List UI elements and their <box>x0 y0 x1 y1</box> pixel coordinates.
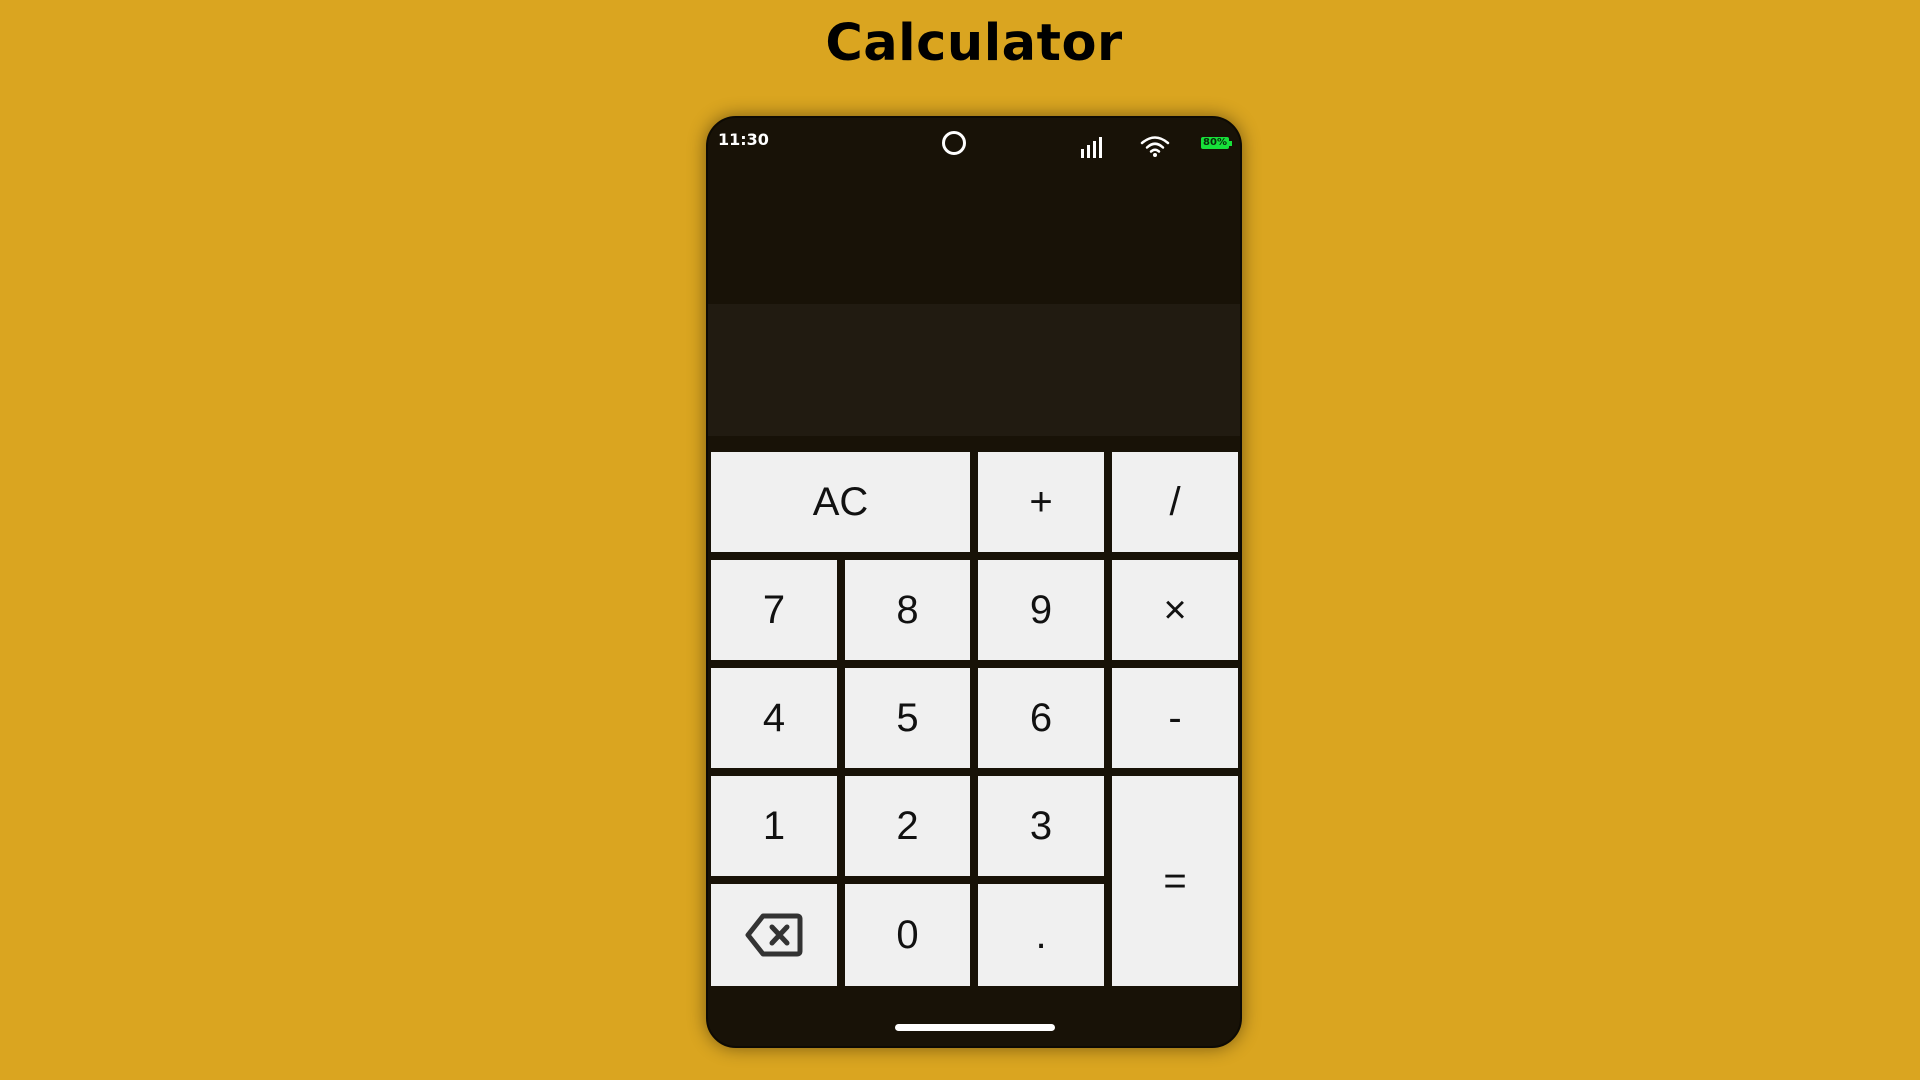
digit-7-button[interactable]: 7 <box>711 560 837 660</box>
digit-2-button[interactable]: 2 <box>845 776 970 876</box>
digit-1-button[interactable]: 1 <box>711 776 837 876</box>
home-indicator[interactable] <box>895 1024 1055 1031</box>
status-bar: 11:30 80% <box>708 118 1240 168</box>
decimal-button[interactable]: . <box>978 884 1104 986</box>
plus-button[interactable]: + <box>978 452 1104 552</box>
wifi-icon <box>1140 136 1170 157</box>
digit-5-button[interactable]: 5 <box>845 668 970 768</box>
digit-0-button[interactable]: 0 <box>845 884 970 986</box>
backspace-button[interactable] <box>711 884 837 986</box>
battery-icon: 80% <box>1201 137 1232 149</box>
digit-6-button[interactable]: 6 <box>978 668 1104 768</box>
camera-icon <box>942 131 966 155</box>
expression-display <box>708 168 1240 304</box>
clear-button[interactable]: AC <box>711 452 970 552</box>
phone-frame: 11:30 80% AC + / 7 8 9 × 4 5 6 - 1 2 3 =… <box>706 116 1242 1048</box>
multiply-button[interactable]: × <box>1112 560 1238 660</box>
status-time: 11:30 <box>718 130 769 149</box>
divide-button[interactable]: / <box>1112 452 1238 552</box>
digit-9-button[interactable]: 9 <box>978 560 1104 660</box>
digit-4-button[interactable]: 4 <box>711 668 837 768</box>
result-display <box>708 304 1240 436</box>
equals-button[interactable]: = <box>1112 776 1238 986</box>
page-title: Calculator <box>825 14 1123 73</box>
minus-button[interactable]: - <box>1112 668 1238 768</box>
signal-icon <box>1081 137 1102 158</box>
digit-8-button[interactable]: 8 <box>845 560 970 660</box>
digit-3-button[interactable]: 3 <box>978 776 1104 876</box>
backspace-icon <box>745 913 803 957</box>
